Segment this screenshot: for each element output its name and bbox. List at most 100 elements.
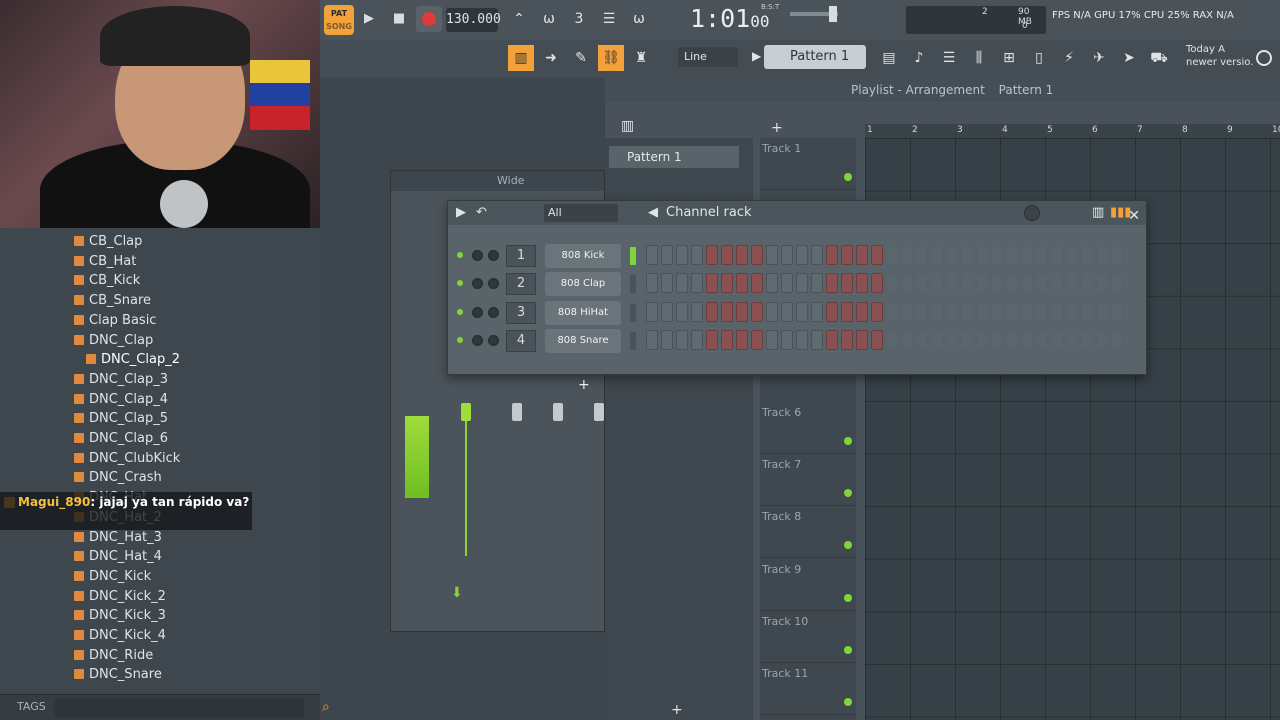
browser-item[interactable]: DNC_Clap_3 [74, 370, 168, 390]
send-icon[interactable]: ➤ [1116, 45, 1142, 71]
step-button[interactable] [661, 301, 673, 322]
step-button[interactable] [901, 301, 913, 322]
step-button[interactable] [826, 329, 838, 350]
step-button[interactable] [1021, 329, 1033, 350]
step-button[interactable] [661, 273, 673, 294]
channel-mixer-track[interactable]: 4 [506, 329, 536, 352]
step-button[interactable] [736, 245, 748, 265]
step-button[interactable] [871, 245, 883, 265]
loop-record-icon[interactable]: ω [626, 6, 652, 32]
step-button[interactable] [976, 273, 988, 294]
step-button[interactable] [946, 273, 958, 294]
step-button[interactable] [976, 329, 988, 350]
channel-volume-knob[interactable] [488, 278, 499, 290]
step-button[interactable] [841, 245, 853, 265]
track-header[interactable]: Track 1 [760, 138, 856, 190]
step-button[interactable] [946, 301, 958, 322]
step-button[interactable] [1036, 301, 1048, 322]
step-button[interactable] [1051, 245, 1063, 265]
channel-mute-led[interactable] [457, 280, 463, 287]
step-button[interactable] [886, 329, 898, 350]
step-button[interactable] [841, 301, 853, 322]
step-button[interactable] [1111, 329, 1123, 350]
step-button[interactable] [1006, 273, 1018, 294]
play-button[interactable]: ▶ [356, 6, 382, 32]
step-button[interactable] [1096, 301, 1108, 322]
step-button[interactable] [751, 329, 763, 350]
step-button[interactable] [691, 329, 703, 350]
channel-mixer-track[interactable]: 1 [506, 245, 536, 267]
plugin-icon[interactable]: ⚡ [1056, 45, 1082, 71]
step-button[interactable] [1096, 329, 1108, 350]
channel-name-button[interactable]: 808 HiHat [545, 300, 621, 325]
step-button[interactable] [811, 273, 823, 294]
step-button[interactable] [1081, 273, 1093, 294]
step-button[interactable] [751, 245, 763, 265]
step-button[interactable] [676, 301, 688, 322]
step-button[interactable] [1021, 245, 1033, 265]
countdown-icon[interactable]: 3 [566, 6, 592, 32]
channel-pan-knob[interactable] [472, 278, 483, 290]
tags-input[interactable] [54, 698, 304, 718]
step-button[interactable] [811, 329, 823, 350]
step-button[interactable] [676, 329, 688, 350]
browser-item[interactable]: DNC_Kick_2 [74, 587, 166, 607]
step-button[interactable] [646, 329, 658, 350]
step-button[interactable] [976, 245, 988, 265]
step-button[interactable] [1051, 301, 1063, 322]
step-button[interactable] [706, 301, 718, 322]
step-button[interactable] [691, 245, 703, 265]
step-button[interactable] [646, 245, 658, 265]
channel-select-bar[interactable] [630, 275, 636, 294]
step-button[interactable] [1081, 245, 1093, 265]
step-button[interactable] [796, 329, 808, 350]
step-button[interactable] [886, 245, 898, 265]
piano-icon[interactable]: ▥ [621, 118, 634, 134]
channel-mixer-track[interactable]: 3 [506, 301, 536, 324]
stamp-icon[interactable]: ♜ [628, 45, 654, 71]
channel-mute-led[interactable] [457, 336, 463, 343]
step-button[interactable] [811, 245, 823, 265]
pattern-selector[interactable]: Pattern 1 [764, 45, 866, 69]
pattern-prev-icon[interactable]: ▶ [752, 49, 761, 63]
pat-song-toggle[interactable]: PAT SONG [324, 5, 354, 35]
step-button[interactable] [646, 301, 658, 322]
step-button[interactable] [766, 245, 778, 265]
playlist-titlebar[interactable]: Playlist - Arrangement Pattern 1 [605, 78, 1280, 102]
pencil-icon[interactable]: ✎ [568, 45, 594, 71]
step-button[interactable] [961, 245, 973, 265]
playlist-icon[interactable]: ▤ [876, 45, 902, 71]
rack-menu-icon[interactable]: ▶ [456, 201, 466, 225]
channel-filter-select[interactable]: All [544, 204, 618, 222]
browser-item[interactable]: DNC_Clap_2 [86, 350, 180, 370]
browser-item[interactable]: CB_Clap [74, 232, 142, 252]
track-enable-led[interactable] [844, 594, 852, 602]
step-button[interactable] [691, 273, 703, 294]
step-button[interactable] [1006, 329, 1018, 350]
step-button[interactable] [706, 273, 718, 294]
browser-item[interactable]: DNC_Crash [74, 468, 162, 488]
browser-item[interactable]: DNC_Kick_4 [74, 626, 166, 646]
browser-item[interactable]: CB_Kick [74, 271, 140, 291]
metronome-icon[interactable]: ⌃ [506, 6, 532, 32]
step-button[interactable] [916, 329, 928, 350]
channel-select-bar[interactable] [630, 303, 636, 322]
project-icon[interactable]: ▯ [1026, 45, 1052, 71]
mixer-titlebar[interactable]: Wide [391, 171, 604, 191]
step-button[interactable] [871, 301, 883, 322]
channel-rack-titlebar[interactable]: ▶ ↶ All ◀ Channel rack ▥ ▮▮▮ ✕ [448, 201, 1146, 225]
step-button[interactable] [916, 273, 928, 294]
step-button[interactable] [661, 329, 673, 350]
step-button[interactable] [781, 245, 793, 265]
track-enable-led[interactable] [844, 541, 852, 549]
step-button[interactable] [721, 329, 733, 350]
add-channel-button[interactable]: + [578, 377, 590, 393]
track-enable-led[interactable] [844, 489, 852, 497]
insert-fader-1[interactable] [512, 403, 522, 421]
step-button[interactable] [766, 301, 778, 322]
channel-pan-knob[interactable] [472, 250, 483, 261]
browser-item[interactable]: DNC_Snare [74, 665, 162, 685]
step-button[interactable] [751, 273, 763, 294]
browser-item[interactable]: DNC_Clap_4 [74, 390, 168, 410]
master-fader[interactable] [461, 403, 471, 421]
